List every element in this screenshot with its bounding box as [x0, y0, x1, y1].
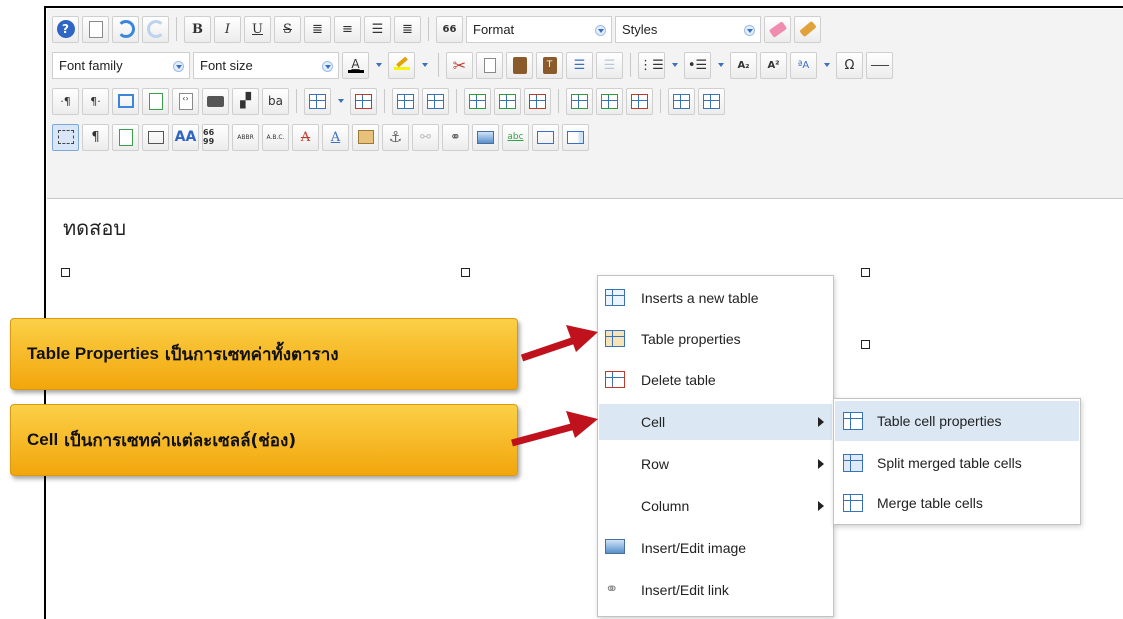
annotation-arrows	[511, 325, 598, 447]
arrow-to-table-properties	[520, 325, 598, 362]
arrow-to-cell	[511, 411, 598, 447]
